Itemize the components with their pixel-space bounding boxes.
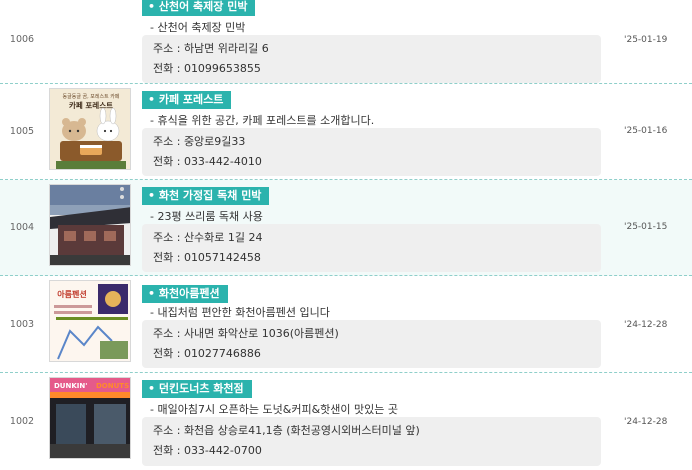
item-title-tag[interactable]: • 산천어 축제장 민박: [142, 0, 256, 16]
item-description: - 내집처럼 편안한 화천아름펜션 입니다: [150, 306, 330, 319]
item-number: 1004: [9, 222, 35, 233]
item-phone: 전화 : 01027746886: [153, 347, 261, 360]
item-info-box: 주소 : 중앙로9길33 전화 : 033-442-4010: [142, 128, 601, 176]
list-item[interactable]: 1004 • 화천 가정집 독채 민박 - 23평 쓰리룸 독채 사용 주소 :…: [0, 180, 692, 276]
item-title-tag[interactable]: • 화천아름펜션: [142, 285, 228, 303]
item-description: - 23평 쓰리룸 독채 사용: [150, 210, 263, 223]
item-info-box: 주소 : 화천읍 상승로41,1층 (화천공영시외버스터미널 앞) 전화 : 0…: [142, 417, 601, 466]
item-thumbnail[interactable]: [49, 184, 131, 266]
item-date: '25-01-16: [624, 126, 668, 136]
pension-flyer-image: 아름펜션: [50, 281, 130, 361]
item-description: - 산천어 축제장 민박: [150, 21, 246, 34]
thumb-subtitle: 동글동글 곰, 포레스트 카페: [63, 93, 120, 100]
item-address: 주소 : 화천읍 상승로41,1층 (화천공영시외버스터미널 앞): [153, 424, 420, 437]
item-info-box: 주소 : 산수화로 1길 24 전화 : 01057142458: [142, 224, 601, 272]
item-info-box: 주소 : 하남면 위라리길 6 전화 : 01099653855: [142, 35, 601, 83]
thumb-brand-right: DONUTS: [96, 382, 129, 390]
item-number: 1005: [9, 126, 35, 137]
item-date: '25-01-19: [624, 35, 668, 45]
item-title-tag[interactable]: • 화천 가정집 독채 민박: [142, 187, 270, 205]
item-title-tag[interactable]: • 카페 포레스트: [142, 91, 232, 109]
thumb-title: 아름펜션: [57, 289, 86, 299]
item-date: '25-01-15: [624, 222, 668, 232]
item-address: 주소 : 산수화로 1길 24: [153, 231, 263, 244]
item-number: 1003: [9, 319, 35, 330]
item-info-box: 주소 : 사내면 화악산로 1036(아름펜션) 전화 : 0102774688…: [142, 320, 601, 368]
list-item[interactable]: 1003 아름펜션 • 화천아름펜션 - 내집처럼 편안한 화천아름펜션 입니다…: [0, 276, 692, 373]
item-address: 주소 : 하남면 위라리길 6: [153, 42, 269, 55]
thumb-title: 카페 포레스트: [69, 100, 113, 110]
thumb-brand-left: DUNKIN': [54, 382, 87, 390]
item-number: 1006: [9, 34, 35, 45]
cafe-bears-image: 동글동글 곰, 포레스트 카페 카페 포레스트: [50, 89, 130, 169]
item-phone: 전화 : 033-442-4010: [153, 155, 262, 168]
item-thumbnail[interactable]: DUNKIN' DONUTS: [49, 377, 131, 459]
item-address: 주소 : 사내면 화악산로 1036(아름펜션): [153, 327, 339, 340]
item-description: - 매일아침7시 오픈하는 도넛&커피&핫샌이 맛있는 곳: [150, 403, 399, 416]
item-date: '24-12-28: [624, 417, 668, 427]
item-thumbnail[interactable]: 아름펜션: [49, 280, 131, 362]
item-description: - 휴식을 위한 공간, 카페 포레스트를 소개합니다.: [150, 114, 375, 127]
item-number: 1002: [9, 416, 35, 427]
donut-shop-image: DUNKIN' DONUTS: [50, 378, 130, 458]
item-phone: 전화 : 033-442-0700: [153, 444, 262, 457]
list-item[interactable]: 1005 동글동글 곰, 포레스트 카페 카페 포레스트 • 카페 포레스트 -…: [0, 84, 692, 180]
item-phone: 전화 : 01099653855: [153, 62, 261, 75]
item-phone: 전화 : 01057142458: [153, 251, 261, 264]
item-title-tag[interactable]: • 던킨도너츠 화천점: [142, 380, 252, 398]
item-thumbnail[interactable]: 동글동글 곰, 포레스트 카페 카페 포레스트: [49, 88, 131, 170]
house-photo-image: [50, 185, 130, 265]
item-address: 주소 : 중앙로9길33: [153, 135, 246, 148]
list-item[interactable]: 1006 • 산천어 축제장 민박 - 산천어 축제장 민박 주소 : 하남면 …: [0, 0, 692, 84]
list-item[interactable]: 1002 DUNKIN' DONUTS • 던킨도너츠 화천점 - 매일아침7시…: [0, 373, 692, 470]
item-date: '24-12-28: [624, 320, 668, 330]
